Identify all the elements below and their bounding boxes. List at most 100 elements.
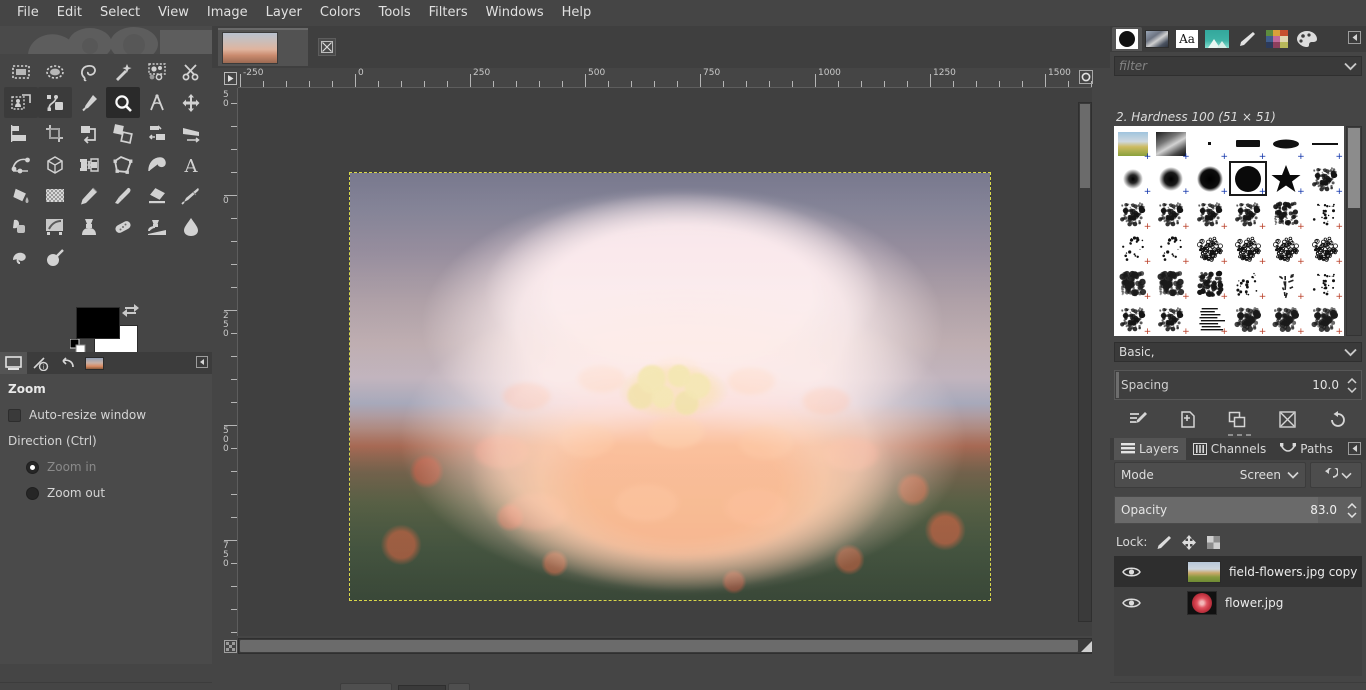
brush-cell[interactable]: + — [1267, 266, 1305, 302]
rotate-tool[interactable] — [72, 118, 106, 149]
ellipse-select-tool[interactable] — [38, 56, 72, 87]
brush-cell[interactable]: + — [1191, 126, 1229, 162]
channels-tab[interactable]: Channels — [1186, 438, 1274, 460]
foreground-select-tool[interactable] — [4, 87, 38, 118]
brush-cell[interactable]: + — [1306, 301, 1344, 336]
layer-thumbnail[interactable] — [1187, 590, 1217, 615]
paths-tool[interactable] — [38, 87, 72, 118]
tab-menu-icon[interactable] — [1348, 31, 1361, 44]
vscroll-track[interactable] — [1078, 102, 1092, 622]
paintbrush-tool[interactable] — [106, 180, 140, 211]
blur-sharpen-tool[interactable] — [174, 211, 208, 242]
image-tab-close-button[interactable] — [318, 38, 336, 56]
image-tab[interactable] — [218, 28, 308, 66]
rect-select-tool[interactable] — [4, 56, 38, 87]
menu-item-image[interactable]: Image — [198, 2, 257, 24]
brush-cell[interactable]: + — [1267, 231, 1305, 267]
color-picker-tool[interactable] — [72, 87, 106, 118]
brush-cell[interactable]: + — [1152, 266, 1190, 302]
pencil-tool[interactable] — [72, 180, 106, 211]
perspective-clone-tool[interactable] — [140, 211, 174, 242]
brush-cell[interactable]: + — [1114, 266, 1152, 302]
gradient-tool[interactable] — [38, 180, 72, 211]
layer-opacity-slider[interactable]: Opacity 83.0 — [1114, 496, 1362, 524]
layer-row[interactable]: flower.jpg — [1114, 587, 1362, 618]
tool-options-menu-icon[interactable] — [196, 356, 208, 368]
move-tool[interactable] — [174, 87, 208, 118]
brush-spacing-slider[interactable]: Spacing 10.0 — [1114, 370, 1362, 400]
zoom-in-radio[interactable] — [26, 460, 39, 474]
brush-cell[interactable]: + — [1191, 196, 1229, 232]
smudge-tool[interactable] — [4, 242, 38, 273]
zoom-image-button[interactable] — [1078, 68, 1094, 86]
brush-cell[interactable]: + — [1267, 196, 1305, 232]
brush-cell[interactable]: + — [1306, 196, 1344, 232]
zoom-dropdown-button[interactable] — [448, 683, 470, 690]
hscroll-thumb[interactable] — [240, 640, 1078, 652]
brush-cell[interactable]: + — [1267, 126, 1305, 162]
canvas-horizontal-scrollbar[interactable] — [238, 638, 1092, 654]
menu-item-tools[interactable]: Tools — [370, 2, 420, 24]
tab-tool-options[interactable] — [0, 352, 27, 374]
brush-cell[interactable]: + — [1229, 196, 1267, 232]
shear-tool[interactable] — [140, 118, 174, 149]
menu-item-layer[interactable]: Layer — [257, 2, 311, 24]
layer-visibility-icon[interactable] — [1122, 565, 1141, 579]
bucket-fill-tool[interactable] — [4, 180, 38, 211]
duplicate-brush-button[interactable] — [1224, 407, 1252, 431]
alignment-tool[interactable] — [4, 118, 38, 149]
layer-list[interactable]: field-flowers.jpg copy flower.jpg — [1114, 556, 1362, 676]
canvas-vertical-scrollbar[interactable] — [1078, 88, 1094, 636]
auto-resize-option[interactable]: Auto-resize window — [8, 408, 204, 422]
brush-cell[interactable]: + — [1306, 266, 1344, 302]
edit-brush-button[interactable] — [1125, 407, 1153, 431]
airbrush-tool[interactable] — [174, 180, 208, 211]
menu-item-edit[interactable]: Edit — [48, 2, 91, 24]
brush-cell[interactable]: + — [1114, 126, 1152, 162]
lock-alpha-icon[interactable] — [1206, 535, 1222, 550]
patterns-tab[interactable] — [1142, 27, 1172, 51]
handle-transform-tool[interactable] — [4, 149, 38, 180]
menu-item-help[interactable]: Help — [553, 2, 601, 24]
navigation-preview-button[interactable] — [1078, 638, 1094, 654]
opacity-spinner[interactable] — [1345, 497, 1359, 523]
chevron-up-icon[interactable] — [1347, 377, 1357, 384]
zoom-in-option[interactable]: Zoom in — [26, 460, 204, 474]
menu-item-filters[interactable]: Filters — [420, 2, 477, 24]
ruler-origin-button[interactable] — [222, 68, 238, 88]
clone-tool[interactable] — [72, 211, 106, 242]
zoom-entry[interactable]: 33.3 % — [398, 685, 446, 690]
chevron-up-icon[interactable] — [1347, 502, 1357, 509]
menu-item-select[interactable]: Select — [91, 2, 149, 24]
brush-cell[interactable]: + — [1306, 231, 1344, 267]
lock-position-icon[interactable] — [1181, 534, 1197, 550]
brush-cell[interactable]: + — [1152, 301, 1190, 336]
layer-mode-selector[interactable]: Mode Screen — [1114, 462, 1306, 488]
measure-tool[interactable] — [140, 87, 174, 118]
brush-cell[interactable]: + — [1191, 266, 1229, 302]
menu-item-colors[interactable]: Colors — [311, 2, 370, 24]
brush-filter-bar[interactable]: filter — [1114, 56, 1362, 76]
colormap-tab[interactable] — [1292, 27, 1322, 51]
paths-tab[interactable]: Paths — [1273, 438, 1340, 460]
brush-cell[interactable]: + — [1306, 161, 1344, 197]
horizontal-ruler[interactable]: -250025050075010001250150017502000 — [238, 68, 1092, 88]
menu-item-windows[interactable]: Windows — [477, 2, 553, 24]
brush-cell[interactable]: + — [1229, 301, 1267, 336]
zoom-tool[interactable] — [106, 87, 140, 118]
layer-blend-space-button[interactable] — [1310, 462, 1362, 488]
tab-menu-icon[interactable] — [1348, 442, 1361, 455]
brush-cell[interactable]: + — [1152, 126, 1190, 162]
new-brush-button[interactable] — [1174, 407, 1202, 431]
refresh-brushes-button[interactable] — [1323, 407, 1351, 431]
perspective-tool[interactable] — [174, 118, 208, 149]
foreground-color-swatch[interactable] — [76, 307, 120, 339]
brush-cell[interactable]: + — [1229, 266, 1267, 302]
unified-transform-tool[interactable] — [38, 149, 72, 180]
brush-cell[interactable]: + — [1267, 161, 1305, 197]
gradients-tab[interactable] — [1202, 27, 1232, 51]
layer-thumbnail[interactable] — [1187, 560, 1221, 583]
brushes-tab[interactable] — [1112, 27, 1142, 51]
menu-item-file[interactable]: File — [8, 2, 48, 24]
layers-tab[interactable]: Layers — [1114, 438, 1186, 460]
